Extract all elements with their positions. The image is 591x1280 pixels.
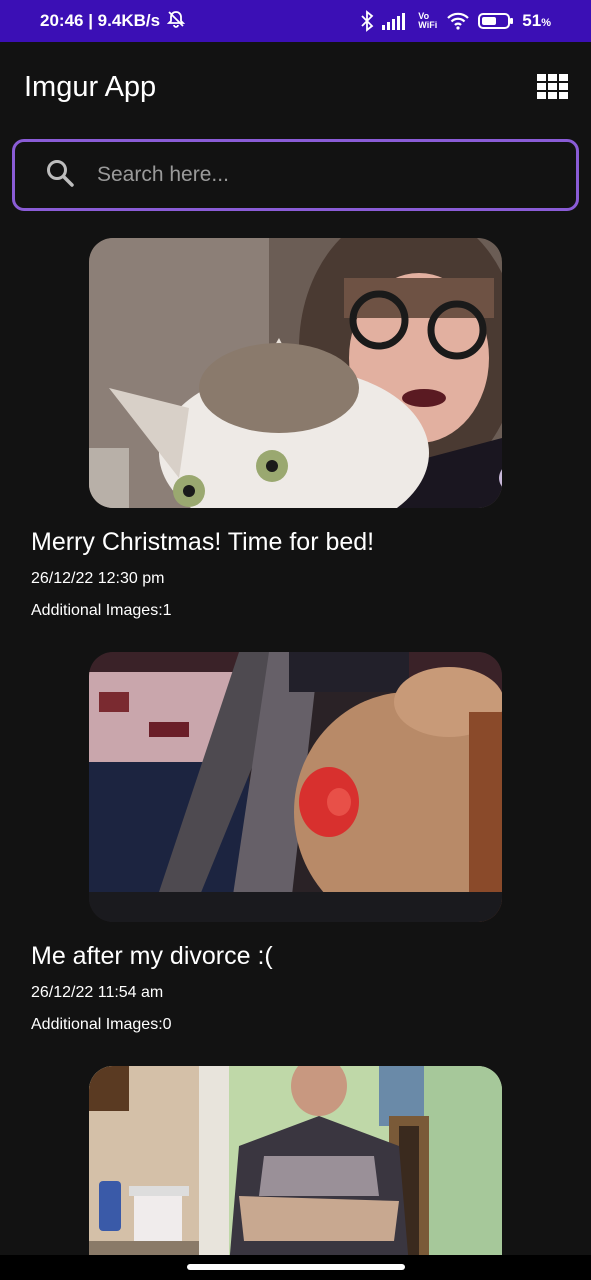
post-title: Merry Christmas! Time for bed! <box>31 528 375 556</box>
post-date: 26/12/22 11:54 am <box>31 984 164 1001</box>
app-bar: Imgur App <box>0 42 591 132</box>
status-time-speed: 20:46 | 9.4KB/s <box>40 11 161 30</box>
grid-layout-button[interactable] <box>537 74 569 100</box>
additional-images-label: Additional Images: <box>31 602 163 619</box>
vowifi-label: Vo WiFi <box>418 11 438 30</box>
additional-images: Additional Images:0 <box>31 1016 172 1034</box>
app-title: Imgur App <box>24 70 157 103</box>
additional-images: Additional Images:1 <box>31 602 172 620</box>
search-icon <box>45 158 75 193</box>
wifi-icon <box>446 12 470 30</box>
post-card[interactable]: Merry Christmas! Time for bed! 26/12/22 … <box>0 238 591 652</box>
home-gesture-handle[interactable] <box>187 1264 405 1270</box>
status-bar: 20:46 | 9.4KB/s Vo WiFi 51% <box>0 0 591 42</box>
grid-icon <box>537 74 546 81</box>
post-image[interactable] <box>89 652 502 922</box>
post-image[interactable] <box>89 238 502 508</box>
post-image[interactable] <box>89 1066 502 1266</box>
post-title: Me after my divorce :( <box>31 942 273 970</box>
signal-icon <box>382 12 410 30</box>
status-left: 20:46 | 9.4KB/s <box>40 9 186 34</box>
bluetooth-icon <box>360 10 374 32</box>
mute-bell-icon <box>166 9 186 34</box>
additional-images-label: Additional Images: <box>31 1016 163 1033</box>
status-right: Vo WiFi 51% <box>360 10 551 32</box>
battery-level: 51% <box>522 11 551 30</box>
post-date: 26/12/22 12:30 pm <box>31 570 165 587</box>
post-card[interactable]: Me after my divorce :( 26/12/22 11:54 am… <box>0 652 591 1066</box>
battery-icon <box>478 12 514 30</box>
search-bar[interactable] <box>12 139 579 211</box>
additional-images-count: 1 <box>162 602 172 619</box>
post-card[interactable] <box>0 1066 591 1266</box>
additional-images-count: 0 <box>162 1016 172 1033</box>
search-input[interactable] <box>97 163 517 187</box>
